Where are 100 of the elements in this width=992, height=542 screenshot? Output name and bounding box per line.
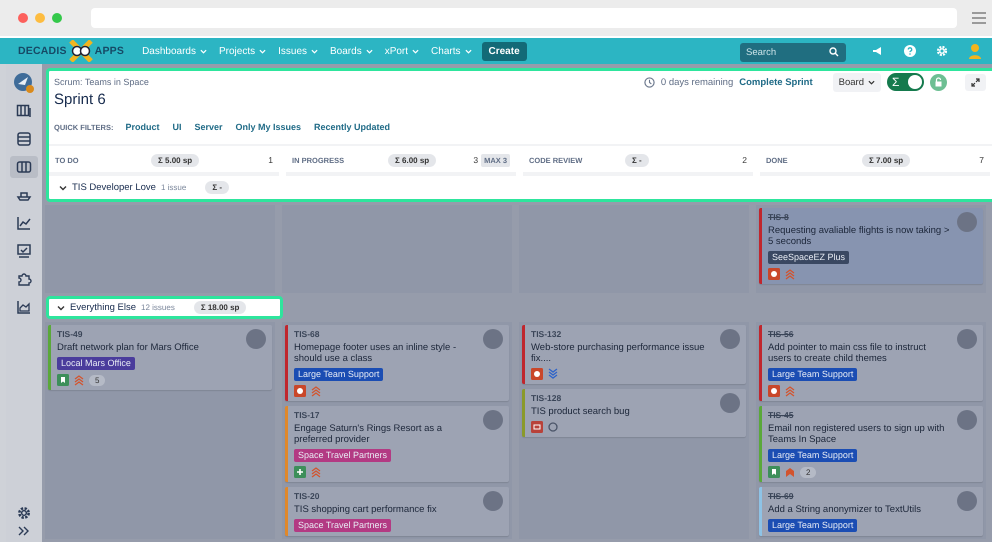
issue-summary: Web-store purchasing performance issue fix....	[531, 342, 706, 364]
complete-sprint-link[interactable]: Complete Sprint	[739, 76, 813, 88]
issue-card[interactable]: TIS-128 TIS product search bug	[522, 389, 746, 437]
chevron-icon[interactable]	[57, 304, 65, 312]
expand-icon	[971, 78, 980, 86]
priority-up-icon	[784, 385, 796, 397]
priority-up-icon	[310, 385, 322, 397]
avatar-icon	[957, 410, 977, 430]
epic-label: Large Team Support	[294, 368, 384, 381]
bookmark-icon	[57, 374, 69, 386]
project-breadcrumb[interactable]: Scrum: Teams in Space	[54, 77, 149, 87]
epic-label: SeeSpaceEZ Plus	[768, 251, 850, 264]
bug-icon	[768, 268, 780, 280]
checklist-icon[interactable]	[16, 243, 32, 259]
caret-icon	[259, 48, 266, 54]
area-chart-icon[interactable]	[16, 299, 32, 315]
bug-icon	[531, 368, 543, 380]
issue-card[interactable]: TIS-17 Engage Saturn's Rings Resort as a preferred provider Space Travel Partners	[285, 406, 509, 482]
caret-icon	[464, 48, 472, 54]
sidebar-item[interactable]	[10, 156, 38, 178]
epic-label: Large Team Support	[768, 449, 858, 462]
plus-icon	[294, 466, 306, 478]
swimlane-title: Everything Else	[70, 302, 136, 313]
sum-toggle[interactable]: Σ	[887, 73, 924, 91]
issue-key[interactable]: TIS-68	[294, 329, 477, 339]
fullscreen-button[interactable]	[965, 74, 986, 90]
swimlane-title: TIS Developer Love	[72, 182, 156, 193]
issue-card[interactable]: TIS-132 Web-store purchasing performance issue fix....	[522, 325, 746, 384]
avatar-icon	[483, 491, 503, 511]
days-remaining: 0 days remaining	[660, 76, 734, 88]
board-dropdown[interactable]: Board	[832, 72, 881, 92]
priority-up-icon	[73, 374, 85, 386]
clock-icon	[644, 76, 655, 88]
quick-filter-link[interactable]: Recently Updated	[314, 122, 390, 132]
issue-key[interactable]: TIS-20	[294, 491, 477, 501]
issue-count: 2	[742, 155, 747, 165]
settings-icon[interactable]	[17, 506, 31, 520]
quick-filter-link[interactable]: Only My Issues	[236, 122, 302, 132]
bug-icon	[294, 385, 306, 397]
close-window-icon[interactable]	[18, 13, 28, 23]
issue-summary: Email non registered users to sign up with Teams In Space	[768, 423, 946, 445]
estimate-badge: 5	[89, 374, 106, 386]
caret-icon	[311, 48, 318, 54]
caret-icon	[412, 48, 420, 54]
issue-key[interactable]: TIS-49	[57, 329, 240, 339]
swimlane-header[interactable]: Everything Else 12 issues Σ 18.00 sp	[46, 296, 283, 319]
story-points-sum: Σ -	[205, 181, 230, 194]
caret-icon	[868, 78, 875, 86]
puzzle-icon[interactable]	[16, 271, 32, 287]
issue-key[interactable]: TIS-8	[768, 212, 951, 222]
priority-up-icon	[310, 466, 322, 478]
quick-filter-link[interactable]: UI	[172, 122, 182, 132]
issue-key[interactable]: TIS-132	[531, 329, 714, 339]
issue-summary: Homepage footer uses an inline style - should use a class	[294, 342, 458, 364]
sprint-title: Sprint 6	[54, 91, 107, 108]
epic-label: Space Travel Partners	[294, 449, 392, 462]
avatar-icon	[483, 329, 503, 349]
caret-icon	[366, 48, 373, 54]
issue-card[interactable]: TIS-68 Homepage footer uses an inline style - should use a class Large Team Support	[285, 325, 509, 401]
issue-count: 1 issue	[160, 183, 186, 192]
quick-filter-link[interactable]: Product	[125, 122, 160, 132]
logo-icon[interactable]	[68, 40, 94, 62]
story-points-sum: Σ 7.00 sp	[862, 154, 910, 166]
stack-icon[interactable]	[16, 131, 32, 147]
logo-text[interactable]: APPS	[94, 45, 124, 57]
issue-key[interactable]: TIS-69	[768, 491, 951, 501]
issue-count: 3	[473, 155, 478, 165]
avatar-icon	[720, 329, 740, 349]
line-chart-icon[interactable]	[16, 215, 32, 231]
issue-count: 12 issues	[141, 303, 175, 312]
issue-card[interactable]: TIS-56 Add pointer to main css file to instruct users to create child themes Large Team Support	[759, 325, 983, 401]
avatar-icon	[957, 491, 977, 511]
create-button[interactable]: Create	[482, 42, 527, 60]
issue-key[interactable]: TIS-17	[294, 410, 477, 420]
issue-card[interactable]: TIS-8 Requesting avaliable flights is now taking > 5 seconds SeeSpaceEZ Plus	[759, 208, 983, 284]
board-icon[interactable]	[16, 159, 32, 175]
issue-card[interactable]: TIS-69 Add a String anonymizer to TextUtils Large Team Support	[759, 487, 983, 536]
issue-summary: Add pointer to main css file to instruct users to create child themes	[768, 342, 927, 364]
bookmark-icon	[768, 466, 780, 478]
caret-icon	[200, 48, 207, 54]
priority-down-icon	[547, 368, 559, 380]
issue-key[interactable]: TIS-56	[768, 329, 951, 339]
issue-key[interactable]: TIS-45	[768, 410, 951, 420]
quick-filter-link[interactable]: Server	[194, 122, 222, 132]
search-field[interactable]: Search	[740, 42, 846, 62]
chevron-icon[interactable]	[59, 184, 67, 192]
issue-card[interactable]: TIS-49 Draft network plan for Mars Office Local Mars Office 5	[48, 325, 272, 390]
logo-text[interactable]: DECADIS	[18, 45, 67, 57]
issue-key[interactable]: TIS-128	[531, 393, 714, 403]
issue-count: 1	[268, 155, 273, 165]
story-points-sum: Σ 18.00 sp	[194, 301, 246, 314]
epic-label: Local Mars Office	[57, 357, 135, 370]
avatar-icon	[957, 329, 977, 349]
issue-card[interactable]: TIS-45 Email non registered users to sign up with Teams In Space Large Team Support 2	[759, 406, 983, 482]
epic-label: Large Team Support	[768, 519, 858, 532]
issue-summary: Requesting avaliable flights is now taking > 5 seconds	[768, 225, 950, 247]
expand-sidebar-icon[interactable]	[18, 526, 30, 536]
columns-icon[interactable]	[16, 103, 32, 119]
issue-card[interactable]: TIS-20 TIS shopping cart performance fix Space Travel Partners	[285, 487, 509, 536]
swimlane-header[interactable]: TIS Developer Love 1 issue Σ -	[54, 176, 992, 199]
